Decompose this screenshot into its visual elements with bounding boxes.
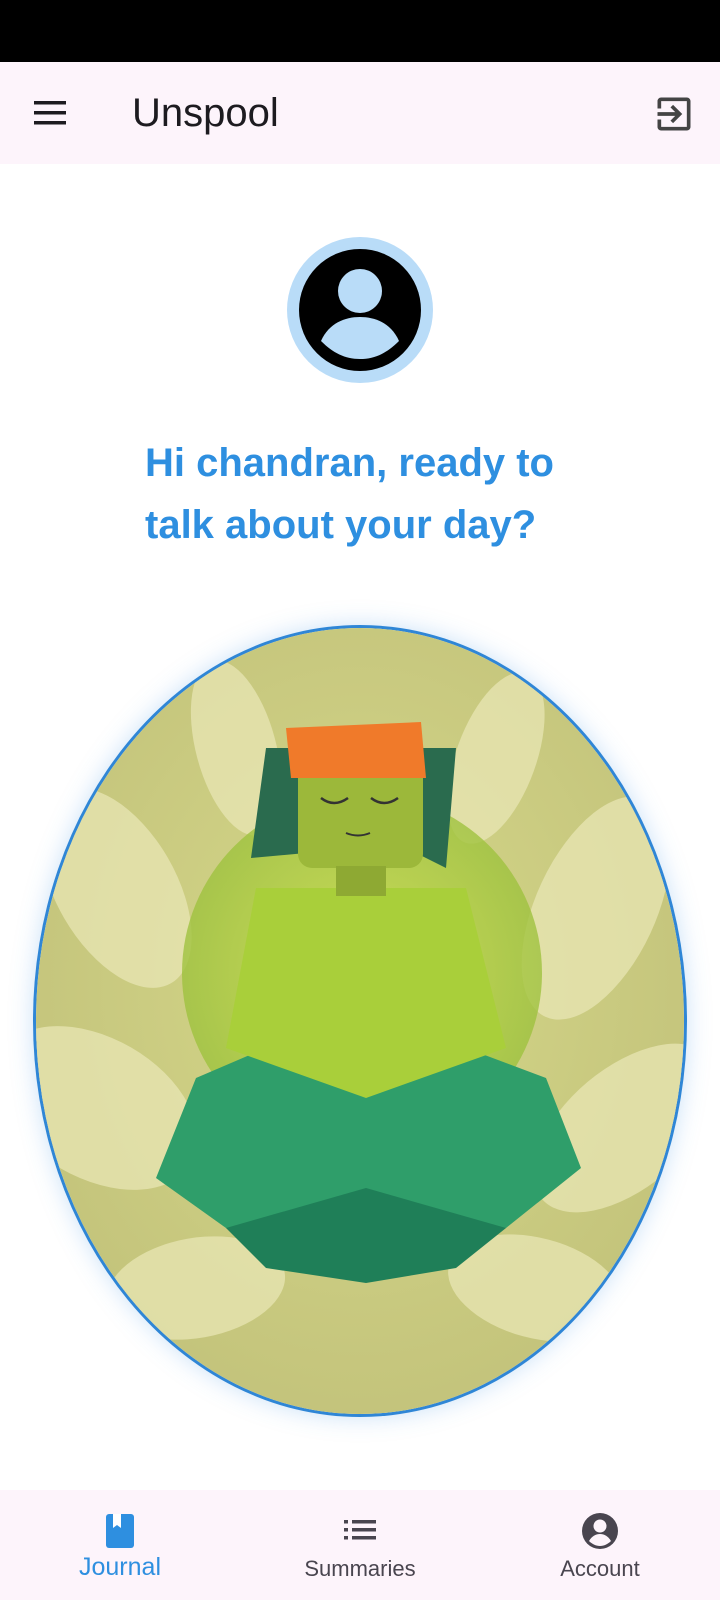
account-circle-icon (582, 1513, 618, 1549)
list-icon (344, 1520, 376, 1540)
greeting-text: Hi chandran, ready to talk about your da… (145, 441, 554, 547)
logout-button[interactable] (652, 92, 696, 136)
nav-account[interactable]: Account (480, 1490, 720, 1600)
exit-to-app-icon (657, 97, 691, 131)
nav-journal[interactable]: Journal (0, 1490, 240, 1600)
menu-button[interactable] (30, 95, 70, 131)
book-icon (106, 1514, 134, 1548)
bottom-navigation: Journal Summaries Account (0, 1490, 720, 1600)
hamburger-menu-icon (34, 101, 66, 125)
nav-account-label: Account (560, 1556, 640, 1581)
meditation-illustration (36, 628, 684, 1414)
nav-journal-label: Journal (79, 1553, 161, 1581)
avatar (287, 237, 433, 383)
account-circle-icon (299, 249, 421, 371)
app-title: Unspool (132, 91, 279, 135)
app-bar: Unspool (0, 62, 720, 164)
nav-summaries-label: Summaries (304, 1556, 416, 1581)
status-bar (0, 0, 720, 62)
nav-summaries[interactable]: Summaries (240, 1490, 480, 1600)
